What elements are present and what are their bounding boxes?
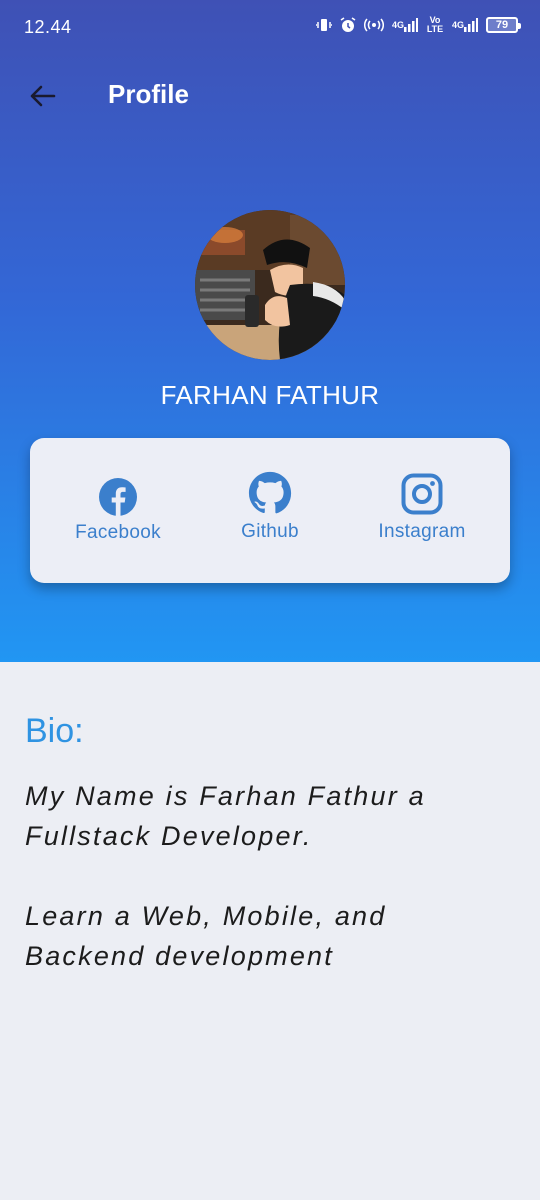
facebook-link[interactable]: Facebook xyxy=(75,478,161,544)
volte-icon: Vo LTE xyxy=(426,15,444,34)
bio-paragraph-2: Learn a Web, Mobile, and Backend develop… xyxy=(25,901,387,971)
status-bar: 12.44 4G Vo LTE 4G 79 xyxy=(0,0,540,54)
hotspot-icon xyxy=(363,18,384,32)
github-icon xyxy=(248,471,292,514)
arrow-left-icon xyxy=(30,85,56,107)
github-label: Github xyxy=(241,521,299,542)
battery-level: 79 xyxy=(495,19,509,31)
back-button[interactable] xyxy=(22,78,62,114)
vibrate-icon xyxy=(315,18,332,32)
network-4g-icon-2: 4G xyxy=(452,18,478,32)
github-link[interactable]: Github xyxy=(227,471,313,543)
instagram-label: Instagram xyxy=(378,521,466,542)
status-icons: 4G Vo LTE 4G 79 xyxy=(315,15,521,34)
avatar xyxy=(195,210,345,360)
facebook-icon xyxy=(99,478,137,516)
social-links-card: Facebook Github Instagram xyxy=(30,438,510,583)
battery-icon: 79 xyxy=(486,17,521,33)
bio-text: My Name is Farhan Fathur a Fullstack Dev… xyxy=(25,776,515,1016)
profile-photo xyxy=(195,210,345,360)
page-title: Profile xyxy=(108,79,189,109)
bio-paragraph-1: My Name is Farhan Fathur a Fullstack Dev… xyxy=(25,781,426,851)
alarm-icon xyxy=(340,17,356,33)
instagram-icon xyxy=(401,473,443,515)
status-time: 12.44 xyxy=(24,17,72,37)
instagram-link[interactable]: Instagram xyxy=(372,473,472,543)
facebook-label: Facebook xyxy=(75,522,161,543)
user-name: FARHAN FATHUR xyxy=(160,380,380,410)
network-4g-icon: 4G xyxy=(392,18,418,32)
profile-screen: 12.44 4G Vo LTE 4G 79 Profile FARHAN FAT… xyxy=(0,0,540,1200)
bio-heading: Bio: xyxy=(25,712,84,750)
